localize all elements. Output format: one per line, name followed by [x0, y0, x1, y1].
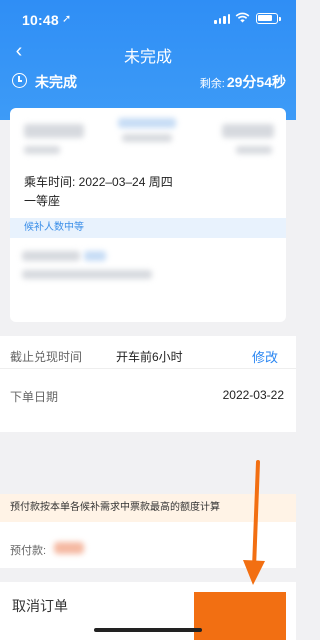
cancel-order-button[interactable]: 取消订单: [12, 596, 68, 616]
header: 10:48 ➚ ‹ 未完成 未完成 剩余: 29分54秒: [0, 0, 296, 120]
status-time: 10:48: [22, 12, 59, 28]
passenger-tag-blurred: [84, 251, 106, 261]
passenger-name-blurred: [22, 251, 80, 261]
prepay-row: 预付款:: [0, 522, 296, 568]
duration-blurred: [122, 134, 172, 142]
battery-icon: [256, 13, 281, 24]
edit-deadline-button[interactable]: 修改: [252, 347, 278, 366]
passenger-id-blurred: [22, 270, 152, 279]
location-icon: ➚: [62, 13, 72, 25]
deadline-label: 截止兑现时间: [10, 350, 83, 364]
signal-icon: [214, 13, 230, 24]
ticket-card[interactable]: 乘车时间: 2022–03–24 周四 一等座 候补人数中等: [10, 108, 286, 322]
prepay-notice: 预付款按本单各候补需求中票款最高的额度计算: [0, 494, 296, 522]
candidate-status: 候补人数中等: [10, 218, 286, 238]
deadline-value: 开车前6小时: [116, 350, 183, 364]
seat-class: 一等座: [24, 194, 61, 208]
wifi-icon: [235, 12, 250, 26]
order-details: 截止兑现时间 开车前6小时 修改 下单日期 2022-03-22: [0, 336, 296, 432]
status-bar: 10:48 ➚: [0, 0, 296, 38]
remaining-label: 剩余:: [199, 78, 225, 90]
arrival-station-blurred: [222, 124, 274, 138]
clock-icon: [12, 73, 27, 88]
remaining-time: 剩余: 29分54秒: [200, 72, 286, 92]
remaining-value: 29分54秒: [226, 74, 286, 90]
departure-time-blurred: [24, 146, 60, 154]
prepay-label: 预付款:: [10, 545, 47, 557]
home-indicator: [94, 628, 202, 632]
order-status-row: 未完成 剩余: 29分54秒: [12, 72, 286, 90]
divider: [0, 368, 296, 369]
departure-station-blurred: [24, 124, 84, 138]
status-label: 未完成: [35, 74, 77, 90]
order-date-value: 2022-03-22: [222, 388, 284, 402]
train-number-blurred: [118, 118, 176, 128]
ride-time: 乘车时间: 2022–03–24 周四: [24, 175, 173, 189]
prepay-amount-blurred: [54, 542, 84, 554]
order-date-label: 下单日期: [10, 390, 59, 404]
arrival-time-blurred: [236, 146, 272, 154]
pay-button[interactable]: [194, 592, 286, 640]
page-title: 未完成: [123, 49, 172, 66]
